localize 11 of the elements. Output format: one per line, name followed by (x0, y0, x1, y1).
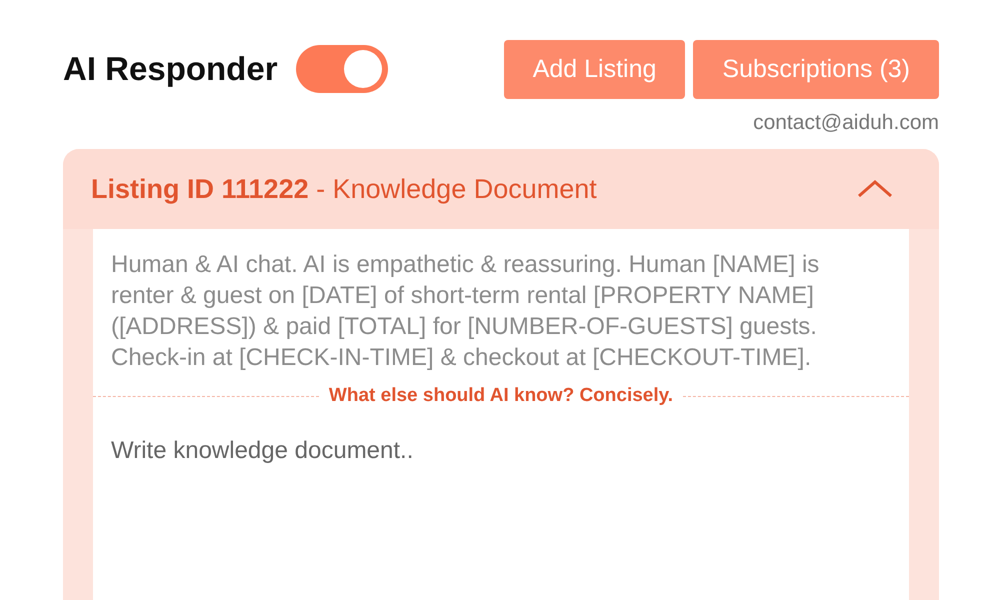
app-title: AI Responder (63, 50, 278, 88)
preset-text: Human & AI chat. AI is empathetic & reassuring. Human [NAME] is renter & guest on [DATE] of short-term rental [PROPERTY NAME] ([ADDRESS]) & paid [TOTAL] for [NUMBER-OF-GUESTS] guests. Check-in at [CHECK-IN-TIME] & checkout at [CHECKOUT-TIME]. (93, 229, 909, 385)
toggle-switch[interactable] (296, 45, 388, 93)
panel-title: Listing ID 111222 - Knowledge Document (91, 174, 597, 204)
knowledge-document-field[interactable]: Write knowledge document.. (93, 407, 909, 600)
chevron-up-icon[interactable] (857, 179, 893, 199)
panel-header[interactable]: Listing ID 111222 - Knowledge Document (63, 149, 939, 229)
contact-email: contact@aiduh.com (753, 111, 939, 135)
divider-label: What else should AI know? Concisely. (328, 385, 674, 407)
subscriptions-button[interactable]: Subscriptions (3) (693, 40, 939, 99)
add-listing-button[interactable]: Add Listing (504, 40, 686, 99)
